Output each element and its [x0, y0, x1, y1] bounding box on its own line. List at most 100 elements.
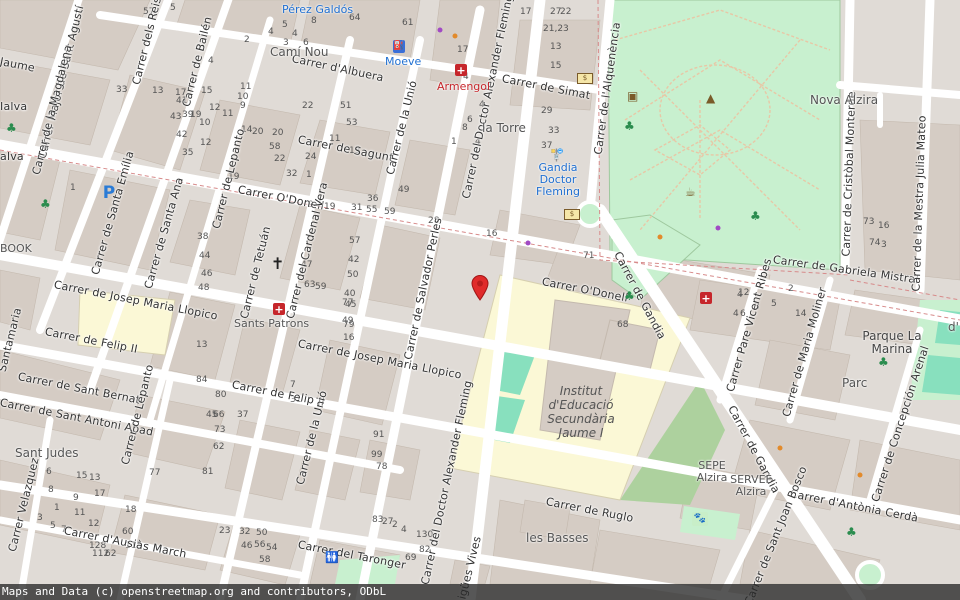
- atm-icon[interactable]: $: [564, 209, 580, 220]
- park-icon[interactable]: ♣: [846, 526, 857, 538]
- pharmacy-icon[interactable]: +: [455, 64, 467, 76]
- house-number: 10: [199, 118, 211, 128]
- monument-icon[interactable]: ▣: [627, 90, 638, 102]
- house-number: 59: [384, 207, 396, 217]
- house-number: 37: [237, 410, 249, 420]
- house-number: 20: [272, 128, 284, 138]
- house-number: 33: [548, 126, 560, 136]
- house-number: 79: [343, 320, 355, 330]
- house-number: 35: [182, 148, 194, 158]
- house-number: 53: [346, 118, 358, 128]
- park-icon[interactable]: ♣: [750, 210, 761, 222]
- house-number: 91: [373, 430, 385, 440]
- house-number: 12: [88, 519, 100, 529]
- house-number: 4: [401, 525, 407, 535]
- house-number: 13: [550, 42, 562, 52]
- house-number: 99: [371, 450, 383, 460]
- house-number: 80: [215, 390, 227, 400]
- memorial-icon[interactable]: ▲: [706, 92, 715, 104]
- poi-label[interactable]: Camí Nou: [270, 45, 329, 59]
- poi-label[interactable]: Nova Alzira: [810, 93, 878, 107]
- house-number: 4: [733, 309, 739, 319]
- park-icon[interactable]: ♣: [624, 290, 635, 302]
- house-number: 1: [70, 183, 76, 193]
- house-number: 12: [209, 103, 221, 113]
- house-number: 16: [343, 333, 355, 343]
- cafe-icon[interactable]: ☕: [685, 186, 696, 198]
- house-number: 3: [37, 513, 43, 523]
- park-icon[interactable]: ♣: [40, 198, 51, 210]
- house-number: 49: [398, 185, 410, 195]
- house-number: 46: [241, 541, 253, 551]
- house-number: 13: [152, 86, 164, 96]
- house-number: 77: [149, 468, 161, 478]
- dog-park-icon[interactable]: 🐾: [692, 512, 708, 526]
- pharmacy-icon[interactable]: +: [273, 303, 285, 315]
- map-viewport[interactable]: 57 5 64 61 17 27 22 5 4 3 6 8 4 2 4 11 10 9 21,23 13 15 33 43 4…: [0, 0, 960, 600]
- parking-icon[interactable]: P: [102, 184, 116, 201]
- park-icon[interactable]: ♣: [624, 120, 635, 132]
- house-number: 51: [340, 101, 352, 111]
- poi-label[interactable]: Parc: [842, 376, 867, 390]
- church-icon[interactable]: ✝: [271, 256, 284, 272]
- house-number: 22: [274, 154, 286, 164]
- house-number: 17: [457, 45, 469, 55]
- poi-label[interactable]: BOOK: [0, 242, 32, 255]
- park-icon[interactable]: ♣: [6, 122, 17, 134]
- house-number: 22: [302, 101, 314, 111]
- house-number: 2: [788, 284, 794, 294]
- park-icon[interactable]: ♣: [878, 356, 889, 368]
- house-number: 19: [324, 202, 336, 212]
- house-number: 42: [176, 130, 188, 140]
- house-number: 61: [402, 18, 414, 28]
- house-number: 9: [73, 493, 79, 503]
- map-attribution: Maps and Data (c) openstreetmap.org and …: [0, 584, 960, 600]
- poi-label[interactable]: SERVEF Alzira: [728, 474, 774, 498]
- house-number: 56: [254, 540, 266, 550]
- house-number: 46: [201, 269, 213, 279]
- bus-stop-icon[interactable]: 🚏: [550, 148, 565, 161]
- house-number: 78: [376, 462, 388, 472]
- poi-label[interactable]: Armengol: [437, 80, 490, 93]
- street-label: Ialva: [0, 100, 28, 113]
- pharmacy-icon[interactable]: +: [700, 292, 712, 304]
- poi-label[interactable]: d': [948, 320, 959, 334]
- house-number: 45: [206, 410, 218, 420]
- house-number: 12: [738, 288, 750, 298]
- house-number: 58: [269, 142, 281, 152]
- house-number: 42: [348, 255, 360, 265]
- house-number: 44: [199, 251, 211, 261]
- toilets-icon[interactable]: 🚻: [325, 552, 339, 563]
- house-number: 48: [198, 283, 210, 293]
- house-number: 24: [305, 152, 317, 162]
- house-number: 77: [342, 298, 354, 308]
- house-number: 73: [214, 425, 226, 435]
- poi-label[interactable]: les Basses: [526, 531, 589, 545]
- house-number: 43: [170, 112, 182, 122]
- house-number: 50: [256, 528, 268, 538]
- house-number: 62: [213, 442, 225, 452]
- poi-label[interactable]: Moeve: [385, 55, 421, 68]
- poi-label[interactable]: la Torre: [482, 121, 526, 135]
- poi-label[interactable]: Sants Patrons: [234, 317, 309, 330]
- poi-label[interactable]: Sant Judes: [15, 446, 79, 460]
- house-number: 9: [240, 101, 246, 111]
- school-label[interactable]: Institut d'Educació Secundària Jaume I: [536, 384, 626, 440]
- poi-label[interactable]: Pérez Galdós: [282, 3, 353, 16]
- poi-label[interactable]: SEPE Alzira: [692, 460, 732, 484]
- house-number: 20: [252, 127, 264, 137]
- location-marker-icon[interactable]: [471, 275, 489, 301]
- house-number: 84: [196, 375, 208, 385]
- poi-label[interactable]: Gandia Doctor Fleming: [536, 162, 580, 198]
- house-number: 17: [520, 7, 532, 17]
- house-number: 4: [268, 27, 274, 37]
- house-number: 1: [451, 137, 457, 147]
- house-number: 4: [292, 29, 298, 39]
- house-number: 8: [462, 123, 468, 133]
- house-number: 73: [863, 217, 875, 227]
- poi-label[interactable]: Parque La Marina: [862, 330, 922, 356]
- house-number: 71: [583, 251, 595, 261]
- fuel-icon[interactable]: ⛽: [393, 40, 405, 53]
- house-number: 58: [259, 555, 271, 565]
- atm-icon[interactable]: $: [577, 73, 593, 84]
